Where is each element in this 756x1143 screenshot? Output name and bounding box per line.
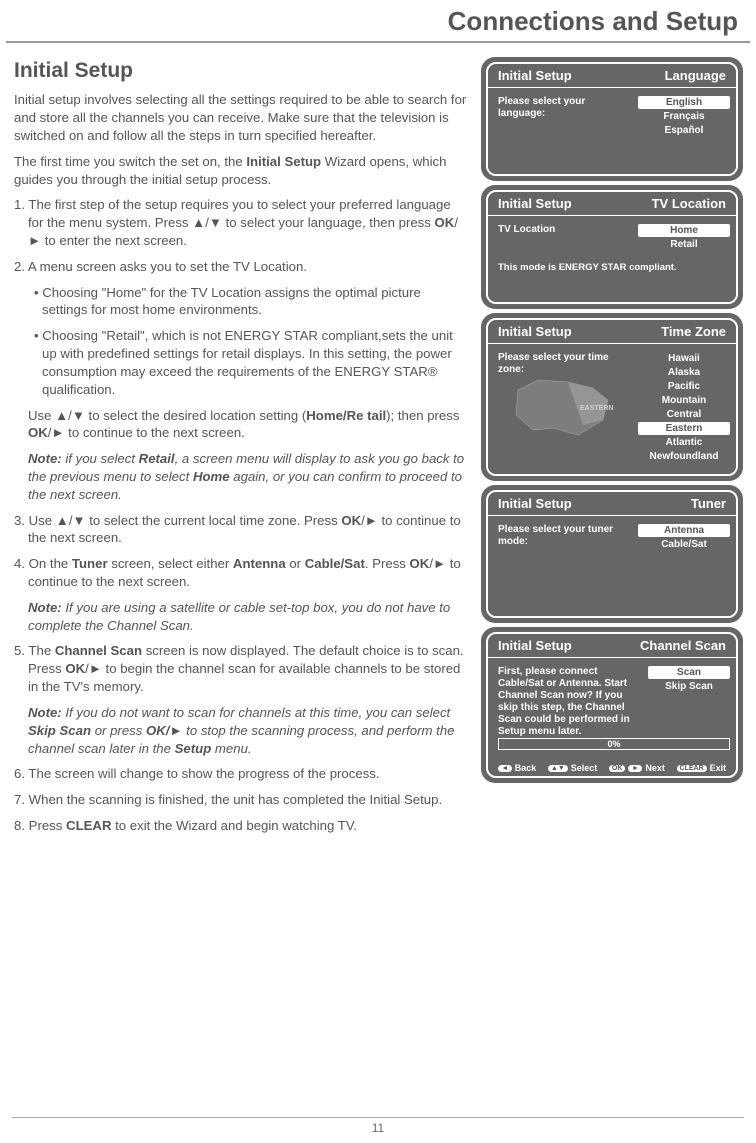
hint-back: ◄Back (498, 763, 537, 773)
option-antenna[interactable]: Antenna (638, 524, 730, 537)
option-home[interactable]: Home (638, 224, 730, 237)
hint-select: ▲▼Select (548, 763, 597, 773)
option-english[interactable]: English (638, 96, 730, 109)
screen-title: Initial Setup (498, 638, 572, 653)
option-atlantic[interactable]: Atlantic (638, 436, 730, 449)
footer-hints: ◄Back ▲▼Select OK►Next CLEARExit (488, 760, 736, 776)
tv-screen-location: Initial Setup TV Location TV Location Ho… (481, 185, 743, 309)
page-number: 11 (12, 1117, 744, 1135)
step-4-note: Note: If you are using a satellite or ca… (28, 599, 469, 635)
step-2-use: Use ▲/▼ to select the desired location s… (28, 407, 469, 443)
step-1: 1. The first step of the setup requires … (28, 196, 469, 249)
step-2-bullet-2: • Choosing "Retail", which is not ENERGY… (42, 327, 469, 398)
tv-screen-timezone: Initial Setup Time Zone Please select yo… (481, 313, 743, 481)
energy-star-note: This mode is ENERGY STAR compliant. (498, 252, 730, 273)
screen-subtitle: Language (665, 68, 726, 83)
screen-subtitle: TV Location (652, 196, 726, 211)
intro-paragraph-2: The first time you switch the set on, th… (14, 153, 469, 189)
prompt-text: First, please connect Cable/Sat or Anten… (498, 666, 638, 738)
intro-paragraph-1: Initial setup involves selecting all the… (14, 91, 469, 144)
screen-subtitle: Channel Scan (640, 638, 726, 653)
option-hawaii[interactable]: Hawaii (638, 352, 730, 365)
option-central[interactable]: Central (638, 408, 730, 421)
ok-key-icon: OK (609, 765, 626, 772)
prompt-text: TV Location (498, 224, 628, 236)
screen-title: Initial Setup (498, 196, 572, 211)
option-francais[interactable]: Français (638, 110, 730, 123)
option-mountain[interactable]: Mountain (638, 394, 730, 407)
option-pacific[interactable]: Pacific (638, 380, 730, 393)
step-7: 7. When the scanning is finished, the un… (28, 791, 469, 809)
screen-subtitle: Time Zone (661, 324, 726, 339)
option-skip-scan[interactable]: Skip Scan (648, 680, 730, 693)
clear-key-icon: CLEAR (677, 765, 707, 772)
step-2-bullet-1: • Choosing "Home" for the TV Location as… (42, 284, 469, 320)
screen-title: Initial Setup (498, 324, 572, 339)
map-icon: EASTERN (498, 370, 638, 450)
step-5-note: Note: If you do not want to scan for cha… (28, 704, 469, 757)
tv-screen-tuner: Initial Setup Tuner Please select your t… (481, 485, 743, 623)
option-retail[interactable]: Retail (638, 238, 730, 251)
step-6: 6. The screen will change to show the pr… (28, 765, 469, 783)
tv-screen-language: Initial Setup Language Please select you… (481, 57, 743, 181)
prompt-text: Please select your language: (498, 96, 628, 120)
screen-title: Initial Setup (498, 496, 572, 511)
right-key-icon: ► (628, 765, 642, 772)
svg-text:EASTERN: EASTERN (580, 405, 613, 412)
option-alaska[interactable]: Alaska (638, 366, 730, 379)
option-newfoundland[interactable]: Newfoundland (638, 450, 730, 463)
hint-exit: CLEARExit (677, 763, 727, 773)
screen-subtitle: Tuner (691, 496, 726, 511)
instruction-column: Initial Setup Initial setup involves sel… (14, 57, 469, 843)
prompt-text: Please select your tuner mode: (498, 524, 628, 548)
progress-bar: 0% (498, 738, 730, 750)
tv-screen-channel-scan: Initial Setup Channel Scan First, please… (481, 627, 743, 783)
step-8: 8. Press CLEAR to exit the Wizard and be… (28, 817, 469, 835)
screen-title: Initial Setup (498, 68, 572, 83)
step-4: 4. On the Tuner screen, select either An… (28, 555, 469, 591)
step-2-note: Note: if you select Retail, a screen men… (28, 450, 469, 503)
step-5: 5. The Channel Scan screen is now displa… (28, 642, 469, 695)
hint-next: OK►Next (609, 763, 665, 773)
page-title: Connections and Setup (6, 0, 750, 43)
option-cable-sat[interactable]: Cable/Sat (638, 538, 730, 551)
step-3: 3. Use ▲/▼ to select the current local t… (28, 512, 469, 548)
step-2-heading: 2. A menu screen asks you to set the TV … (28, 258, 469, 276)
section-heading: Initial Setup (14, 57, 469, 85)
left-key-icon: ◄ (498, 765, 512, 772)
option-scan[interactable]: Scan (648, 666, 730, 679)
option-espanol[interactable]: Español (638, 124, 730, 137)
tv-screens-column: Initial Setup Language Please select you… (481, 57, 743, 843)
option-eastern[interactable]: Eastern (638, 422, 730, 435)
updown-key-icon: ▲▼ (548, 765, 568, 772)
